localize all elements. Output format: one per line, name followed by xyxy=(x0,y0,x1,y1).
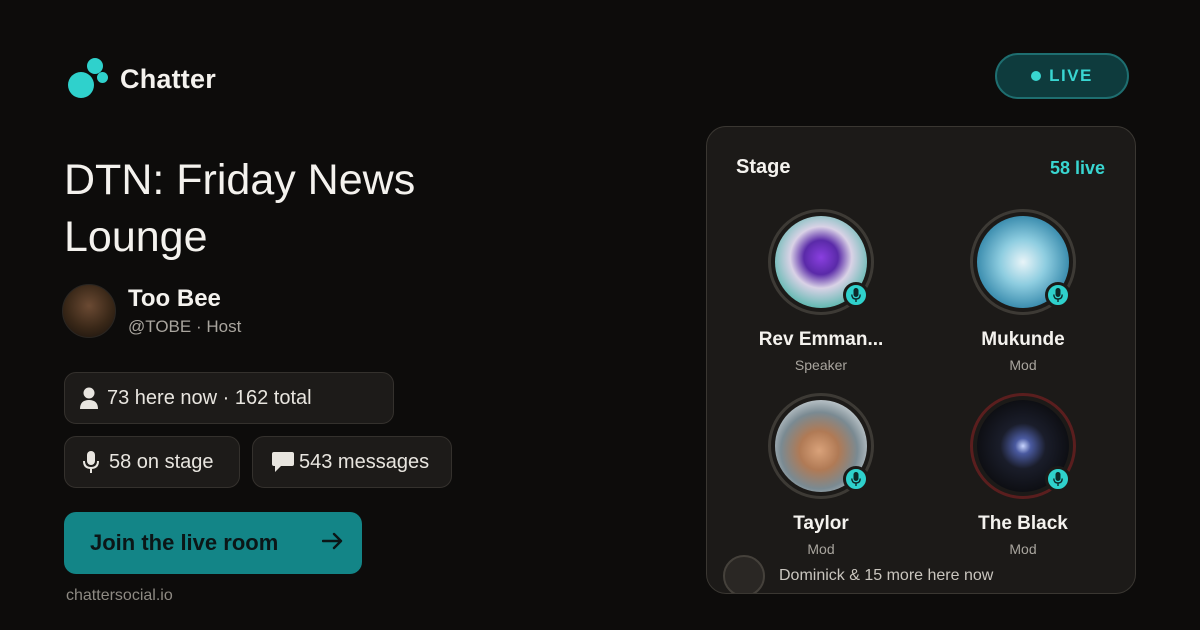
brand-name: Chatter xyxy=(120,63,216,94)
presence-stat: 73 here now · 162 total xyxy=(64,372,394,424)
live-badge: LIVE xyxy=(995,53,1129,99)
on-stage-text: 58 on stage xyxy=(109,450,214,473)
speaker-avatar[interactable] xyxy=(768,393,874,499)
room-title: DTN: Friday News Lounge xyxy=(64,156,416,261)
join-button-label: Join the live room xyxy=(90,530,279,555)
stage-speaker[interactable]: Mukunde Mod xyxy=(923,209,1123,373)
chatter-logo-icon xyxy=(68,58,110,100)
mic-icon xyxy=(1045,466,1071,492)
messages-text: 543 messages xyxy=(299,450,430,473)
chat-bubble-icon xyxy=(271,450,295,474)
host-avatar[interactable] xyxy=(62,284,116,338)
brand-logo[interactable]: Chatter xyxy=(68,58,216,100)
speaker-avatar[interactable] xyxy=(768,209,874,315)
speaker-avatar[interactable] xyxy=(970,393,1076,499)
speaker-avatar[interactable] xyxy=(970,209,1076,315)
stage-live-count: 58 live xyxy=(1049,158,1105,178)
audience-avatar xyxy=(723,555,765,593)
speaker-name: Mukunde xyxy=(981,329,1065,350)
live-dot-icon xyxy=(1031,71,1042,81)
audience-summary: Dominick & 15 more here now xyxy=(723,555,994,593)
arrow-right-icon xyxy=(321,530,344,556)
stage-speaker[interactable]: Rev Emman... Speaker xyxy=(721,209,921,373)
live-label: LIVE xyxy=(1049,66,1093,85)
stage-speaker[interactable]: Taylor Mod xyxy=(721,393,921,557)
mic-icon xyxy=(1045,282,1071,308)
stage-speaker[interactable]: The Black Mod xyxy=(923,393,1123,557)
stage-panel: Stage 58 live Rev Emman... Speaker Mukun… xyxy=(706,126,1136,594)
stage-stat: 58 on stage xyxy=(64,436,240,488)
mic-icon xyxy=(843,466,869,492)
host-name: Too Bee xyxy=(128,285,221,312)
microphone-icon xyxy=(81,450,101,474)
speaker-name: Rev Emman... xyxy=(758,329,884,350)
stage-title: Stage xyxy=(736,156,791,178)
speaker-role: Mod xyxy=(1009,357,1037,373)
mic-icon xyxy=(843,282,869,308)
audience-text: Dominick & 15 more here now xyxy=(779,567,994,584)
speaker-name: The Black xyxy=(978,513,1068,534)
host-info[interactable]: Too Bee @TOBE · Host xyxy=(62,284,241,338)
messages-stat: 543 messages xyxy=(252,436,452,488)
join-room-button[interactable]: Join the live room xyxy=(64,512,362,574)
speaker-name: Taylor xyxy=(793,513,849,534)
host-handle: @TOBE · Host xyxy=(128,317,242,336)
site-domain[interactable]: chattersocial.io xyxy=(66,587,173,605)
presence-text: 73 here now · 162 total xyxy=(107,386,312,409)
person-icon xyxy=(79,386,99,410)
speaker-role: Speaker xyxy=(794,357,848,373)
